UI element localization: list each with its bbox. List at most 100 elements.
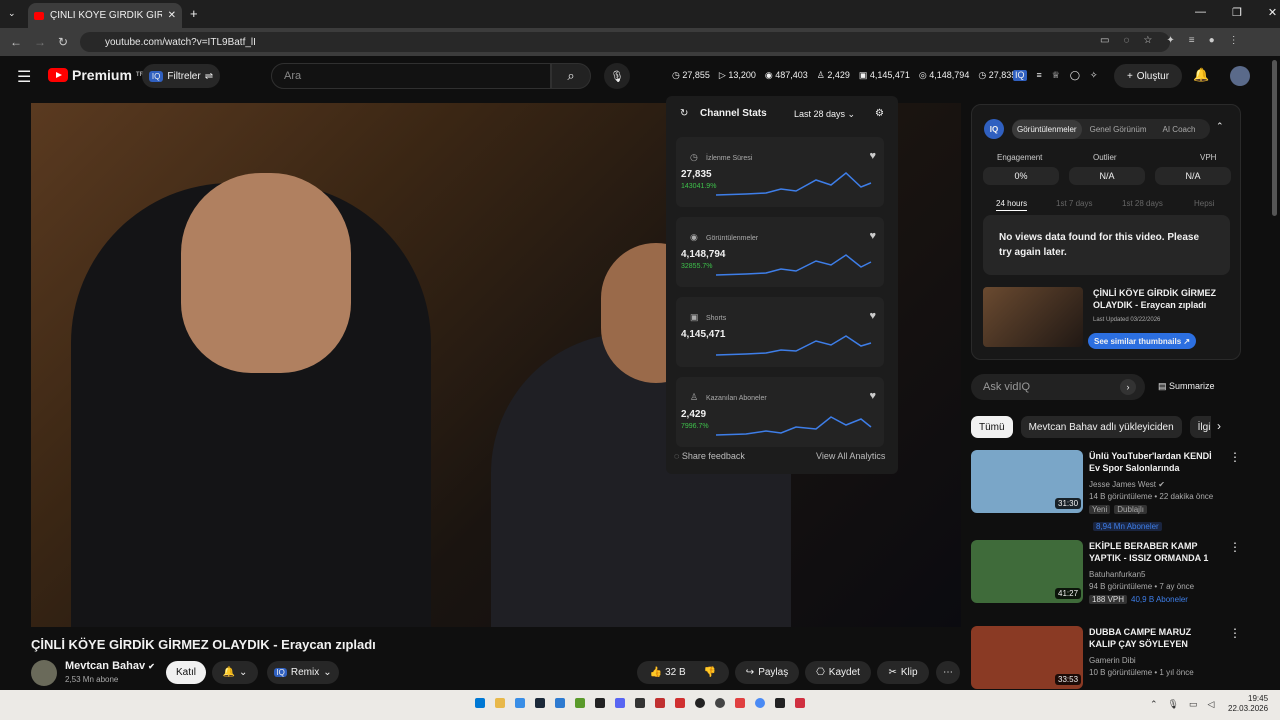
notifications-bell-icon[interactable]: 🔔 <box>1193 67 1209 83</box>
app-icon[interactable] <box>775 698 785 708</box>
collapse-chevron-icon[interactable]: ⌃ <box>1216 121 1224 132</box>
ask-send-icon[interactable]: › <box>1120 379 1136 395</box>
start-icon[interactable] <box>475 698 485 708</box>
recommendation-item[interactable]: 33:53 DUBBA CAMPE MARUZ KALIP ÇAY SÖYLEY… <box>971 626 1261 696</box>
cast-icon[interactable]: ▭ <box>1100 35 1109 46</box>
join-button[interactable]: Katıl <box>166 661 206 684</box>
microphone-icon[interactable]: 🎙 <box>1168 699 1179 710</box>
tab-views[interactable]: Görüntülenmeler <box>1012 119 1082 139</box>
app-icon[interactable] <box>555 698 565 708</box>
rec-title: Ünlü YouTuber'lardan KENDİ Ev Spor Salon… <box>1089 451 1212 473</box>
sparkle-icon[interactable]: ✧ <box>1090 70 1098 81</box>
avatar[interactable] <box>1230 66 1250 86</box>
filters-button[interactable]: IQ Filtreler ⇌ <box>142 64 220 88</box>
discord-icon[interactable] <box>615 698 625 708</box>
chevron-up-icon[interactable]: ⌃ <box>1150 699 1158 710</box>
minimize-icon[interactable]: — <box>1195 6 1206 19</box>
app-icon[interactable] <box>715 698 725 708</box>
app-icon[interactable] <box>635 698 645 708</box>
app-icon[interactable] <box>655 698 665 708</box>
browser-tab[interactable]: ÇİNLİ KÖYE GİRDİK GİRMEZ OL ✕ <box>28 3 182 28</box>
vidiq-logo-icon[interactable]: IQ <box>1013 70 1027 81</box>
youtube-premium-logo[interactable]: Premium TR <box>48 67 144 83</box>
app-icon[interactable] <box>595 698 605 708</box>
see-similar-button[interactable]: See similar thumbnails ↗ <box>1088 333 1197 349</box>
recommendation-item[interactable]: 41:27 EKİPLE BERABER KAMP YAPTIK - ISSIZ… <box>971 540 1261 610</box>
url-field[interactable]: youtube.com/watch?v=ITL9Batf_lI <box>80 32 1170 52</box>
range-28d[interactable]: 1st 28 days <box>1122 199 1163 208</box>
heart-icon[interactable]: ♥ <box>869 390 876 402</box>
chip-uploader[interactable]: Mevtcan Bahav adlı yükleyiciden <box>1020 416 1182 438</box>
chip-all[interactable]: Tümü <box>971 416 1013 438</box>
back-icon[interactable]: ← <box>10 35 22 49</box>
channel-name[interactable]: Mevtcan Bahav ✔ <box>65 660 155 672</box>
save-button[interactable]: ⎔ Kaydet <box>805 661 871 684</box>
share-feedback-link[interactable]: ◌ Share feedback <box>674 451 745 461</box>
tab-list-icon[interactable]: ⌄ <box>8 8 16 19</box>
subscribe-bell-button[interactable]: 🔔 ⌄ <box>212 661 258 684</box>
search-input[interactable]: Ara <box>271 63 551 89</box>
tab-overview[interactable]: Genel Görünüm <box>1082 125 1155 134</box>
bookmark-star-icon[interactable]: ☆ <box>1143 35 1152 46</box>
rec-more-icon[interactable]: ⋮ <box>1229 450 1241 464</box>
view-all-analytics-link[interactable]: View All Analytics <box>816 451 885 461</box>
settings-gear-icon[interactable]: ⚙ <box>875 108 884 119</box>
chat-icon[interactable]: ◯ <box>1070 70 1080 81</box>
card-value: 27,835 <box>681 169 712 180</box>
rec-more-icon[interactable]: ⋮ <box>1229 626 1241 640</box>
list-icon[interactable]: ≡ <box>1037 70 1042 81</box>
heart-icon[interactable]: ♥ <box>869 310 876 322</box>
dislike-icon[interactable]: 👎 <box>704 667 716 678</box>
ask-vidiq-input[interactable]: Ask vidIQ <box>971 374 1145 400</box>
network-icon[interactable]: ▭ <box>1189 699 1198 710</box>
app-icon[interactable] <box>515 698 525 708</box>
clock[interactable]: 19:45 22.03.2026 <box>1228 694 1268 714</box>
eye-off-icon[interactable]: ◌ <box>1123 35 1129 46</box>
menu-icon[interactable]: ⋮ <box>1229 35 1239 46</box>
chips-next-icon[interactable]: › <box>1217 419 1221 433</box>
hamburger-menu-icon[interactable]: ☰ <box>17 67 31 87</box>
window-close-icon[interactable]: ✕ <box>1268 6 1277 19</box>
trophy-icon[interactable]: ♕ <box>1052 70 1060 81</box>
steam-icon[interactable] <box>535 698 545 708</box>
range-24h[interactable]: 24 hours <box>996 199 1028 211</box>
maximize-icon[interactable]: ❐ <box>1232 6 1242 19</box>
range-7d[interactable]: 1st 7 days <box>1056 199 1092 208</box>
recommendation-item[interactable]: 31:30 Ünlü YouTuber'lardan KENDİ Ev Spor… <box>971 450 1261 531</box>
page-scrollbar[interactable] <box>1272 60 1277 216</box>
app-icon[interactable] <box>735 698 745 708</box>
extensions-icon[interactable]: ✦ <box>1166 35 1174 46</box>
app-icon[interactable] <box>695 698 705 708</box>
voice-search-button[interactable]: 🎙 <box>604 63 630 89</box>
range-dropdown[interactable]: Last 28 days ⌄ <box>794 109 855 120</box>
clip-button[interactable]: ✂ Klip <box>877 661 929 684</box>
channel-avatar[interactable] <box>31 660 57 686</box>
volume-icon[interactable]: ◁ <box>1208 699 1215 710</box>
reload-icon[interactable]: ↻ <box>58 35 68 49</box>
heart-icon[interactable]: ♥ <box>869 230 876 242</box>
new-tab-icon[interactable]: + <box>190 6 198 21</box>
chip-related[interactable]: İlgili <box>1189 416 1211 438</box>
refresh-icon[interactable]: ↻ <box>680 108 688 119</box>
app-icon[interactable] <box>675 698 685 708</box>
chrome-icon[interactable] <box>755 698 765 708</box>
forward-icon[interactable]: → <box>34 35 46 49</box>
share-button[interactable]: ↪ Paylaş <box>735 661 799 684</box>
like-button[interactable]: 👍 32 B <box>650 667 686 678</box>
more-actions-button[interactable]: ⋯ <box>936 661 960 684</box>
file-explorer-icon[interactable] <box>495 698 505 708</box>
range-all[interactable]: Hepsi <box>1194 199 1214 208</box>
app-icon[interactable] <box>795 698 805 708</box>
more-icon: ⋯ <box>943 667 953 678</box>
create-button[interactable]: + Oluştur <box>1114 64 1182 88</box>
summarize-button[interactable]: ▤ Summarize <box>1158 381 1215 392</box>
rec-more-icon[interactable]: ⋮ <box>1229 540 1241 554</box>
close-tab-icon[interactable]: ✕ <box>168 10 176 21</box>
profile-icon[interactable]: ● <box>1209 35 1215 46</box>
heart-icon[interactable]: ♥ <box>869 150 876 162</box>
reading-list-icon[interactable]: ≡ <box>1189 35 1195 46</box>
app-icon[interactable] <box>575 698 585 708</box>
tab-ai-coach[interactable]: AI Coach <box>1155 125 1204 134</box>
search-button[interactable]: ⌕ <box>551 63 591 89</box>
remix-button[interactable]: IQ Remix ⌄ <box>267 661 339 684</box>
